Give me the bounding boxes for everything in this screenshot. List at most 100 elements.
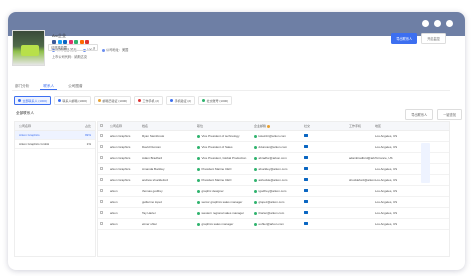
linkedin-icon[interactable] [304, 210, 308, 215]
cell-name: David Duncan [142, 145, 161, 149]
find-button[interactable]: 一键查找 [437, 109, 462, 120]
email-verified-icon [254, 156, 257, 160]
cell-email[interactable]: tharter@arkon.com [254, 211, 304, 215]
address-meta: 公司地址：美国 [101, 47, 128, 52]
table-row[interactable]: arkon Graphics Ryan Steinbrook Vice Presid… [98, 131, 449, 142]
cell-company: arkon Graphics [110, 145, 131, 149]
email-verified-icon [254, 178, 257, 182]
linkedin-icon[interactable] [304, 199, 308, 204]
list-header: 公司名称 占比 [15, 122, 95, 131]
cell-email[interactable]: euhler@arkon.com [254, 222, 304, 226]
row-checkbox[interactable] [100, 200, 103, 203]
linkedin-icon[interactable] [304, 144, 308, 149]
row-checkbox[interactable] [100, 167, 103, 170]
cell-email[interactable]: glopez@arkon.com [254, 200, 304, 204]
cell-email[interactable]: dduncan@arkon.com [254, 145, 304, 149]
col-name: 姓名 [142, 124, 149, 128]
company-header: Arc企业 公司电话 暂无 100人 公司地址：美国 上市公司代码：纳斯达克 导… [12, 30, 450, 76]
table-row[interactable]: arkon thomas godfrey graphic designer tgodf… [98, 186, 449, 197]
filter-email[interactable]: 联系人邮箱 (1000) [54, 96, 92, 105]
filter-all[interactable]: 全部联系人 (1000) [14, 96, 52, 105]
row-checkbox[interactable] [100, 222, 103, 225]
cell-title: western regional sales manager [197, 211, 254, 215]
cell-email[interactable]: ashuckle@arkon.com [254, 178, 304, 182]
filter-chips: 全部联系人 (1000) 联系人邮箱 (1000) 邮箱已验证 (1000) 工… [14, 96, 233, 105]
table-row[interactable]: arkon Graphics Amanda Buckley President Ma… [98, 164, 449, 175]
monitor-button[interactable]: 开启监控 [421, 33, 446, 44]
export-contacts-button[interactable]: 导出联系人 [391, 33, 418, 44]
check-icon [98, 99, 102, 102]
linkedin-icon[interactable] [304, 221, 308, 226]
linkedin-icon[interactable] [304, 133, 308, 138]
ticker-meta: 上市公司代码：纳斯达克 [52, 55, 88, 59]
table-row[interactable]: arkon Graphics andrew shuckleford Presiden… [98, 175, 449, 186]
verified-icon [197, 211, 200, 215]
col-company: 公司名称 [110, 124, 123, 128]
window-dot-2[interactable] [434, 20, 441, 27]
col-title: 职位 [197, 124, 204, 128]
window-dot-1[interactable] [422, 20, 429, 27]
cell-email[interactable]: ksteinbr@arkon.com [254, 134, 304, 138]
cell-email[interactable]: tgodfrey@arkon.com [254, 189, 304, 193]
cell-name: Tay Harter [142, 211, 156, 215]
cell-email[interactable]: abradfor@arkon.com [254, 156, 304, 160]
cell-company: arkon [110, 189, 118, 193]
filter-phone-verified[interactable]: 手机验证 (2) [166, 96, 196, 105]
select-all-checkbox[interactable] [100, 124, 103, 127]
row-checkbox[interactable] [100, 145, 103, 148]
table-row[interactable]: arkon elmer uhler graphics sales manager eu… [98, 219, 449, 230]
info-icon [267, 124, 271, 128]
linkedin-icon[interactable] [304, 188, 308, 193]
cell-region: Los Angeles, US [375, 178, 398, 182]
row-checkbox[interactable] [100, 156, 103, 159]
cell-title: graphics sales manager [197, 222, 254, 226]
people-icon [18, 99, 21, 102]
cell-name: guillermo lopez [142, 200, 163, 204]
cell-company: arkon Graphics [110, 178, 131, 182]
table-row[interactable]: arkon Graphics Adam Bradford Vice Presiden… [98, 153, 449, 164]
cell-company: arkon Graphics [110, 156, 131, 160]
range-select[interactable]: 请选择范围 ▾ [48, 44, 98, 51]
verified-icon [197, 178, 200, 182]
col-social: 社交 [304, 124, 311, 128]
linkedin-icon[interactable] [304, 166, 308, 171]
linkedin-icon[interactable] [304, 155, 308, 160]
email-verified-icon [254, 189, 257, 193]
scroll-indicator[interactable] [421, 143, 430, 183]
row-checkbox[interactable] [100, 178, 103, 181]
cell-phone: shuckleford@arkon.com [349, 178, 375, 182]
company-photo [12, 30, 45, 66]
cell-social [304, 144, 349, 150]
table-row[interactable]: arkon guillermo lopez senior graphics sale… [98, 197, 449, 208]
cell-social [304, 221, 349, 227]
table-row[interactable]: arkon Tay Harter western regional sales ma… [98, 208, 449, 219]
tab-company-graph[interactable]: 公司图谱 [65, 82, 85, 90]
main-tabs: 部门分析 联系人 公司图谱 [12, 82, 450, 91]
social-icon [202, 99, 206, 102]
col-phone: 工作手机 [349, 124, 362, 128]
filter-phone[interactable]: 工作手机 (2) [134, 96, 164, 105]
cell-name: Ryan Steinbrook [142, 134, 165, 138]
col-email: 企业邮箱 [254, 124, 304, 128]
row-checkbox[interactable] [100, 211, 103, 214]
email-verified-icon [254, 211, 257, 215]
tab-contacts[interactable]: 联系人 [40, 82, 58, 90]
tab-department[interactable]: 部门分析 [12, 82, 32, 90]
window-dot-3[interactable] [446, 20, 453, 27]
filter-social[interactable]: 社交账号 (1000) [198, 96, 233, 105]
cell-social [304, 188, 349, 194]
filter-verified[interactable]: 邮箱已验证 (1000) [94, 96, 132, 105]
row-checkbox[interactable] [100, 189, 103, 192]
list-item[interactable]: Arkon Graphics 99% [15, 131, 95, 140]
table-row[interactable]: arkon Graphics David Duncan Vice President… [98, 142, 449, 153]
cell-name: thomas godfrey [142, 189, 163, 193]
cell-region: Los Angeles, US [375, 145, 398, 149]
export-button[interactable]: 导出联系人 [405, 109, 434, 120]
linkedin-icon[interactable] [304, 177, 308, 182]
cell-email[interactable]: abuckley@arkon.com [254, 167, 304, 171]
row-checkbox[interactable] [100, 134, 103, 137]
section-title: 全部联系人 [16, 111, 34, 115]
list-item[interactable]: Arkon Graphics GmbH 1% [15, 140, 95, 149]
cell-company: arkon [110, 200, 118, 204]
cell-title: Vice President of technology [197, 134, 254, 138]
